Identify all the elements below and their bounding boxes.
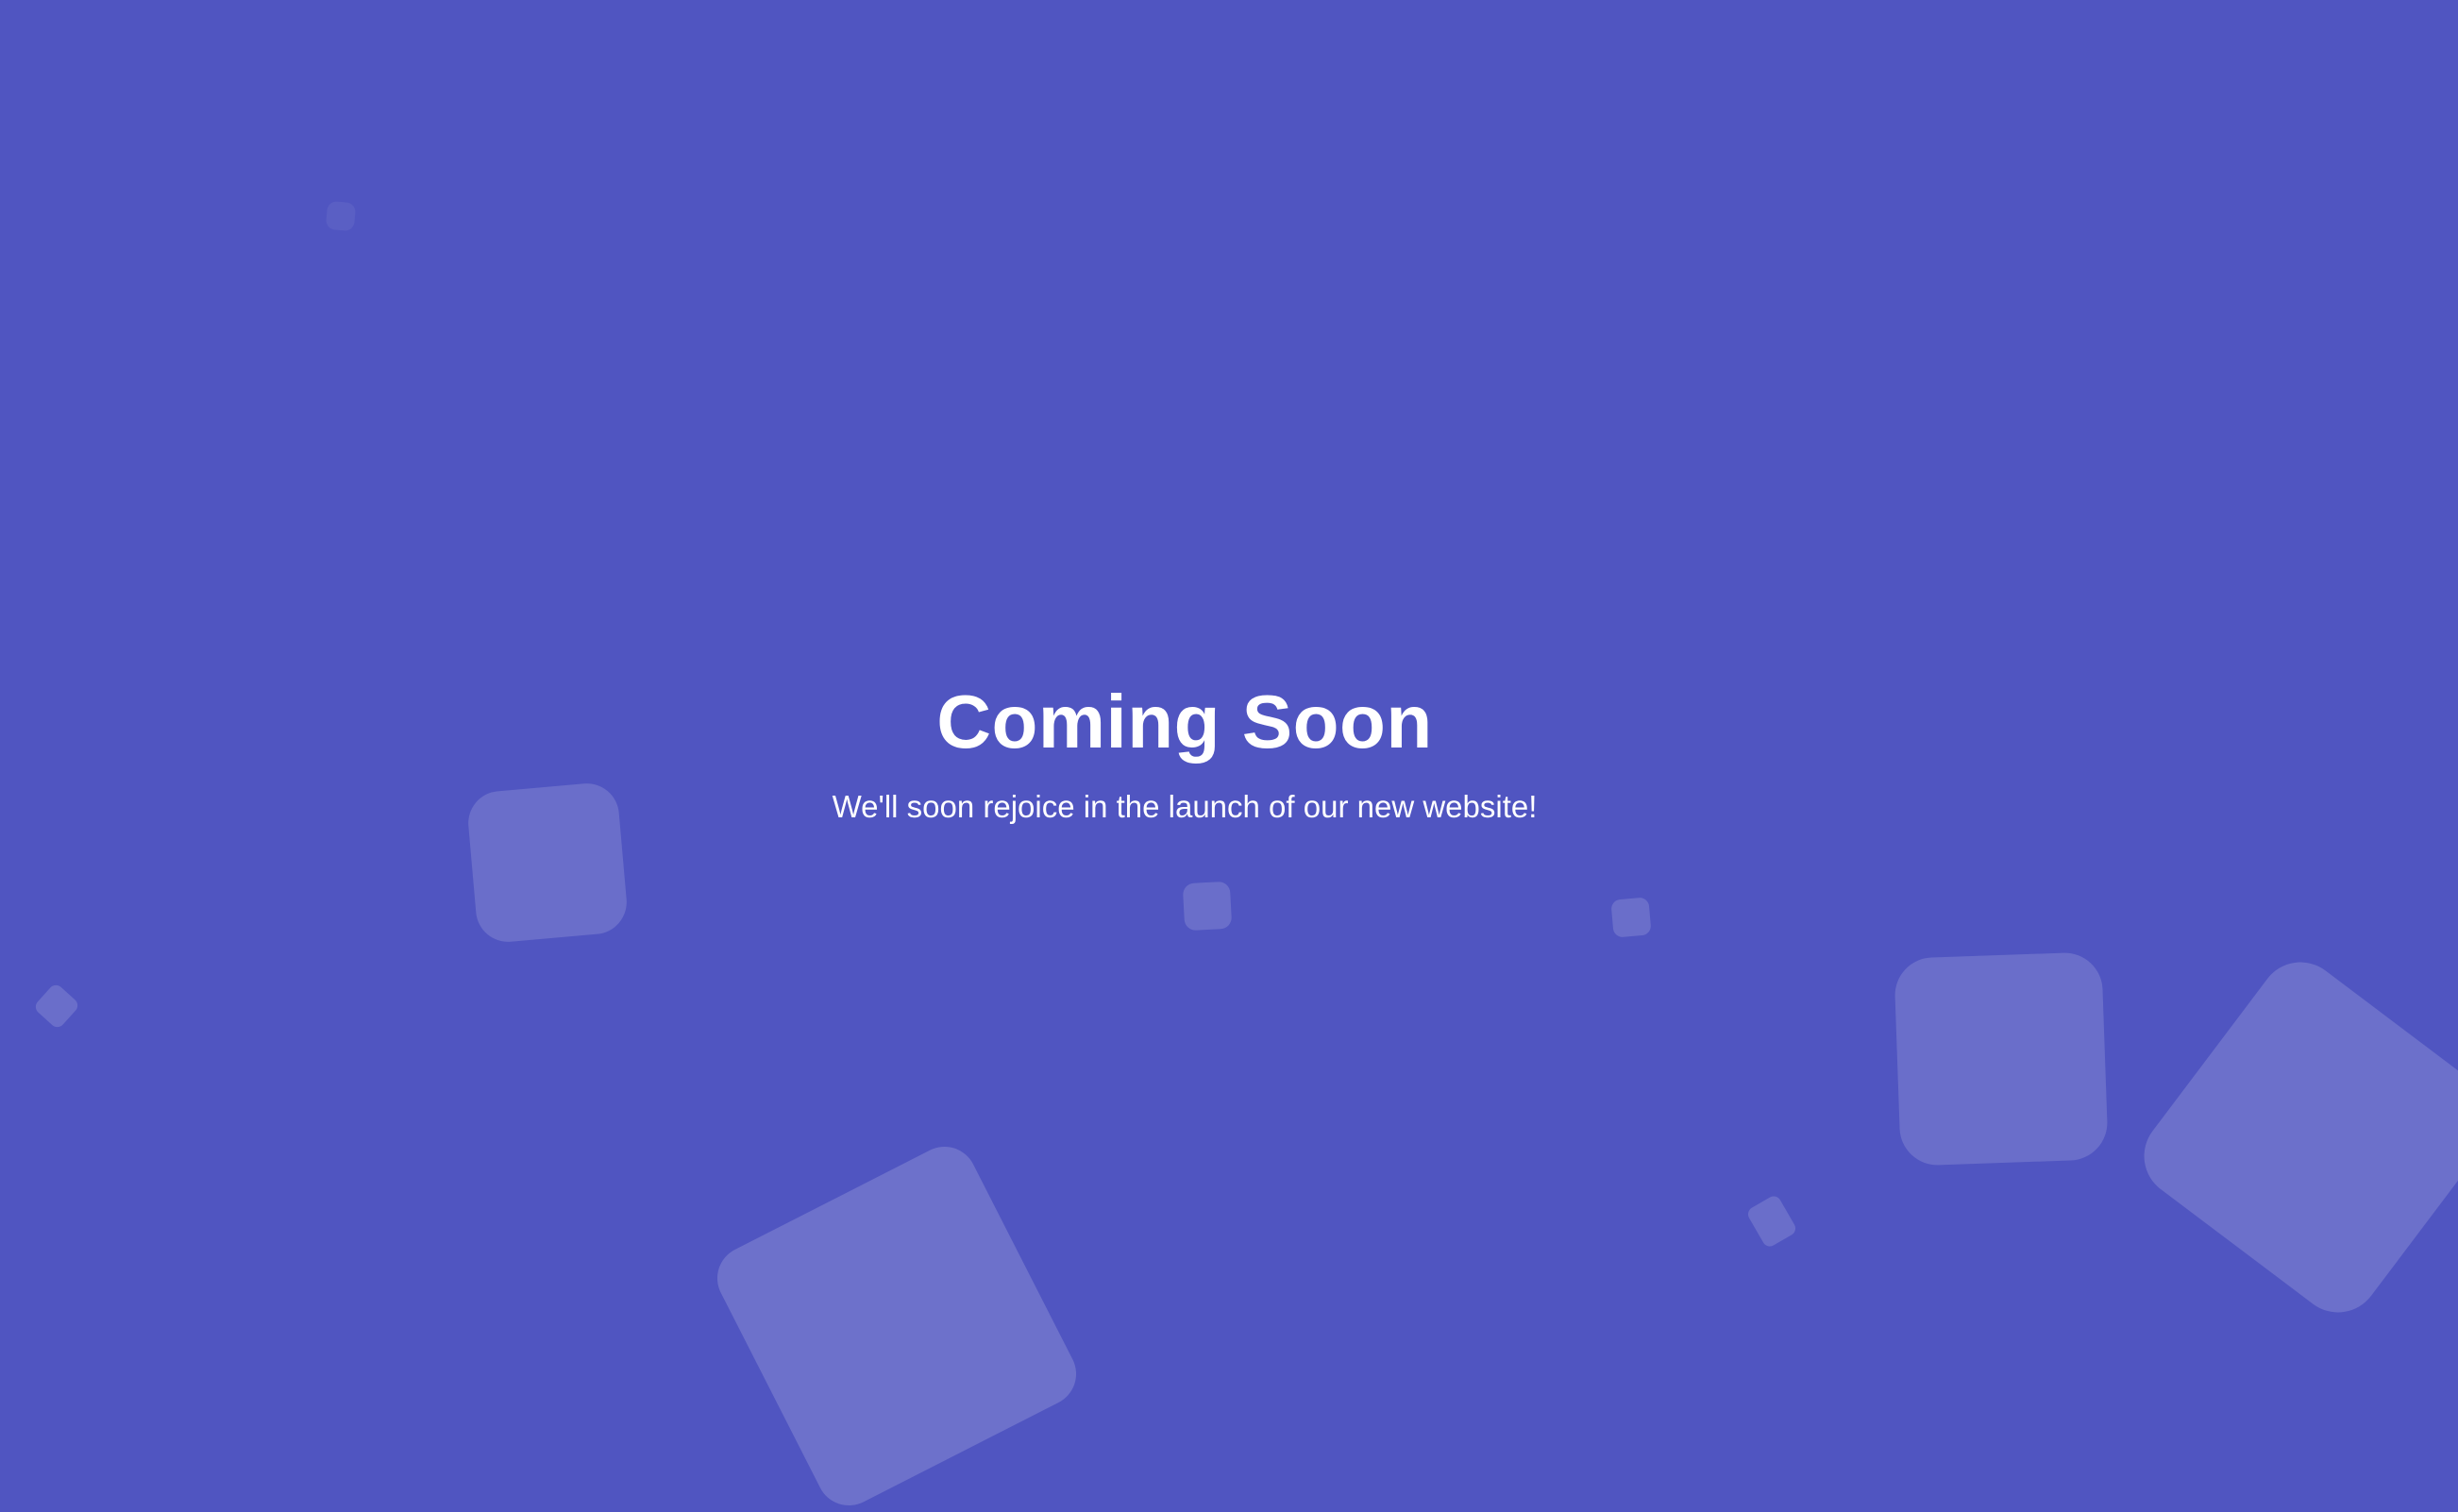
decorative-square bbox=[1894, 951, 2109, 1167]
decorative-square bbox=[1182, 881, 1233, 932]
decorative-square bbox=[325, 200, 357, 232]
decorative-square bbox=[1745, 1193, 1798, 1250]
decorative-square bbox=[32, 982, 81, 1031]
page-subtitle: We'll soon rejoice in the launch of our … bbox=[832, 789, 1538, 824]
decorative-square bbox=[706, 1135, 1087, 1512]
decorative-square bbox=[1610, 897, 1652, 938]
decorative-square bbox=[2127, 945, 2458, 1330]
page-title: Coming Soon bbox=[936, 680, 1433, 764]
hero-section: Coming Soon We'll soon rejoice in the la… bbox=[0, 675, 2369, 828]
